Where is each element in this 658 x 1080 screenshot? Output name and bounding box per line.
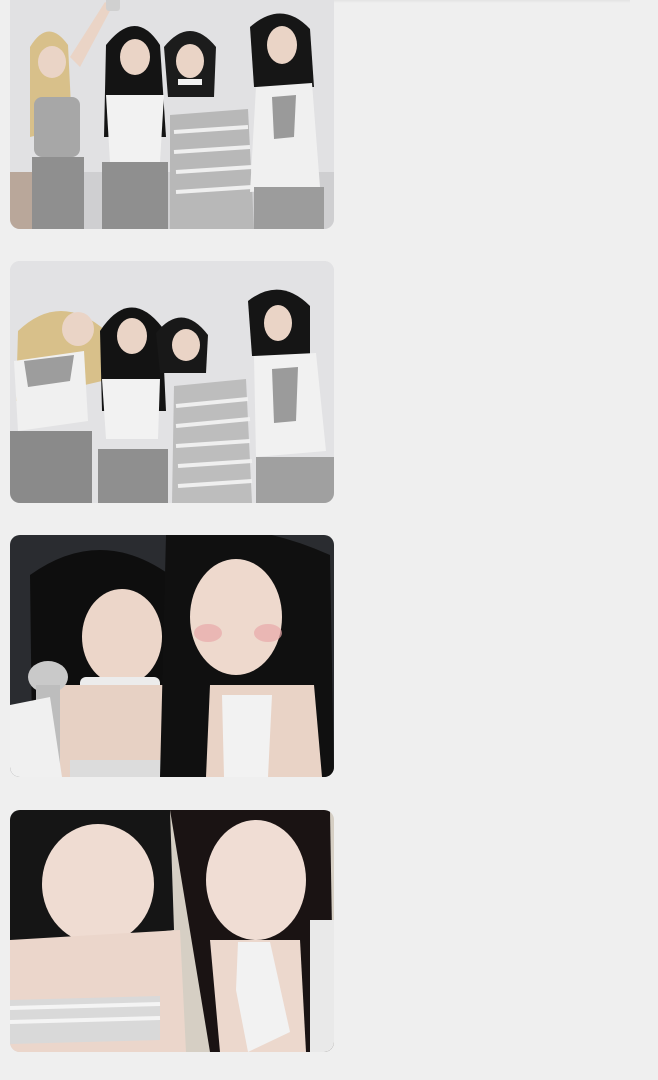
photo-card-selfie-closeup[interactable] [10,810,334,1052]
top-edge-shadow [330,0,630,3]
image-feed [0,0,658,1080]
group-photo-image [10,0,334,229]
selfie-photo-image [10,810,334,1052]
photo-card-selfie-mic[interactable] [10,535,334,777]
photo-card-group-2[interactable] [10,261,334,503]
selfie-photo-image [10,535,334,777]
group-photo-image [10,261,334,503]
photo-card-group-1[interactable] [10,0,334,229]
